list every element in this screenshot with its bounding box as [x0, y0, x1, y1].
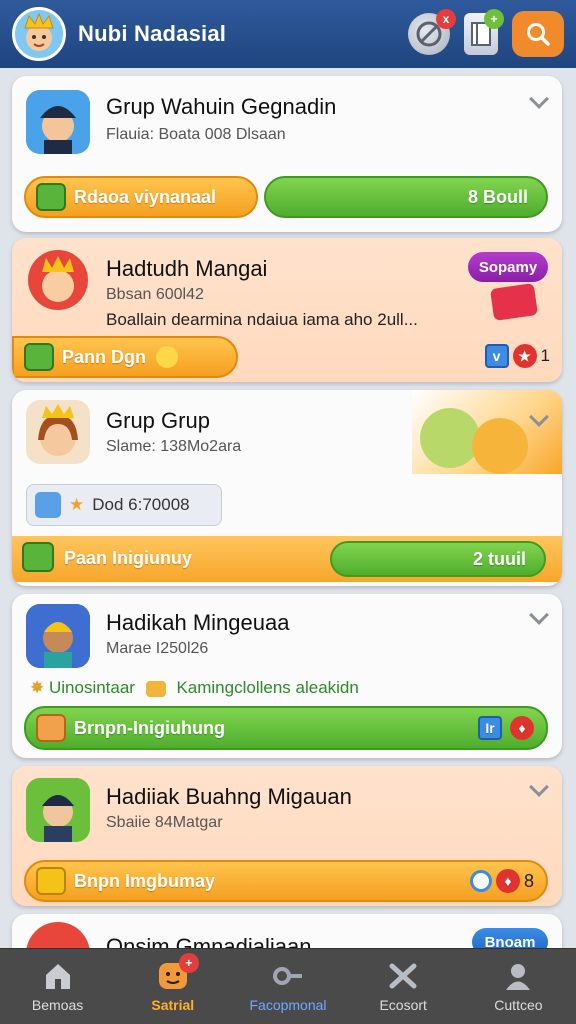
card-title: Grup Wahuin Gegnadin — [106, 94, 337, 119]
group-card-3[interactable]: Grup Grup Slame: 138Mo2ara ★ Dod 6:70008… — [12, 390, 562, 586]
search-button[interactable] — [512, 11, 564, 57]
tools-icon — [387, 961, 419, 991]
join-button-label: Brnpn-Inigiuhung — [74, 717, 225, 738]
card-title: Hadtudh Mangai — [106, 256, 268, 281]
nav-label: Ecosort — [379, 996, 427, 1013]
join-button[interactable]: Brnpn-Inigiuhung Ir ♦ — [24, 706, 548, 750]
avatar-logo[interactable] — [12, 7, 66, 61]
nav-facopmonal[interactable]: Facopmonal — [230, 949, 345, 1024]
key-icon — [272, 961, 304, 991]
reward-button[interactable]: 2 tuuil — [330, 541, 546, 577]
smiley-icon: + — [157, 952, 199, 991]
profile-icon — [502, 961, 534, 991]
info-icon: Ir — [478, 716, 502, 740]
promo-label: Uinosintaar — [48, 678, 135, 697]
nav-ecosort[interactable]: Ecosort — [346, 949, 461, 1024]
box-icon — [36, 714, 66, 742]
card-subtitle: Bbsan 600l42 — [106, 286, 204, 303]
app-title: Nubi Nadasial — [78, 21, 227, 46]
group-card-2[interactable]: Hadtudh Mangai Bbsan 600l42 Boallain dea… — [12, 238, 562, 382]
play-button[interactable]: Pann Dgn — [12, 336, 238, 378]
action-band: Paan Inigiunuy 2 tuuil — [12, 536, 562, 582]
nav-badge: + — [178, 952, 199, 973]
notification-badge: x — [436, 9, 456, 29]
ticket-icon — [489, 283, 539, 321]
search-icon — [527, 23, 550, 46]
group-card-1[interactable]: Grup Wahuin Gegnadin Flauia: Boata 008 D… — [12, 76, 562, 232]
group-avatar — [26, 90, 90, 154]
soldier-avatar — [26, 778, 90, 842]
promo-text: ✸ Uinosintaar Kamingclollens aleakidn — [30, 678, 359, 698]
gift-icon — [36, 183, 66, 211]
home-icon — [42, 961, 74, 991]
star-icon: ★ — [69, 495, 85, 514]
nav-cuttceo[interactable]: Cuttceo — [461, 949, 576, 1024]
play-button-label: Pann Dgn — [62, 346, 146, 367]
gift-icon — [22, 542, 54, 572]
chest-icon — [145, 680, 166, 697]
join-button-label: Rdaoa viynanaal — [74, 186, 217, 207]
gift-icon — [24, 343, 54, 371]
nav-label: Satrial — [151, 996, 195, 1013]
chevron-down-icon[interactable] — [529, 777, 549, 797]
card-subtitle: Marae I250l26 — [106, 640, 209, 657]
app-header: Nubi Nadasial x + — [0, 0, 576, 68]
status-tag: Sopamy — [468, 252, 548, 282]
count-value: 1 — [540, 346, 550, 365]
promo-label-2: Kamingclollens aleakidn — [176, 678, 359, 697]
bottom-nav: Bemoas + Satrial Facopmonal Ecosort Cutt… — [0, 948, 576, 1024]
reward-button-label: 2 tuuil — [473, 548, 526, 569]
reward-button[interactable]: 8 Boull — [264, 176, 548, 218]
book-badge: + — [484, 9, 504, 29]
join-button[interactable]: Rdaoa viynanaal — [24, 176, 258, 218]
lock-icon — [35, 492, 61, 518]
gem-icon: ♦ — [495, 869, 520, 893]
nav-label: Bemoas — [31, 996, 84, 1013]
card-title: Hadikah Mingeuaa — [106, 610, 290, 635]
nav-label: Cuttceo — [494, 996, 543, 1013]
group-card-4[interactable]: Hadikah Mingeuaa Marae I250l26 ✸ Uinosin… — [12, 594, 562, 758]
hero-avatar — [26, 604, 90, 668]
card-description: Boallain dearmina ndaiua iama aho 2ull..… — [106, 310, 418, 329]
group-card-5[interactable]: Hadiiak Buahng Migauan Sbaiie 84Matgar B… — [12, 766, 562, 906]
star-icon: ✸ — [30, 678, 45, 697]
card-subtitle: Flauia: Boata 008 Dlsaan — [106, 126, 286, 143]
play-button-label: Bnpn Imgbumay — [74, 870, 216, 891]
king-avatar — [26, 248, 90, 312]
check-icon: v — [484, 344, 509, 368]
chevron-down-icon[interactable] — [529, 89, 549, 109]
ring-icon — [469, 870, 492, 892]
nav-label: Facopmonal — [249, 996, 327, 1013]
count-value: 8 — [523, 870, 534, 891]
stat-box: ★ Dod 6:70008 — [26, 484, 222, 526]
book-icon[interactable]: + — [464, 9, 504, 55]
play-button[interactable]: Bnpn Imgbumay ♦ 8 — [24, 860, 548, 902]
card-title: Grup Grup — [106, 408, 210, 433]
stat-value: Dod 6:70008 — [92, 495, 190, 514]
nav-home[interactable]: Bemoas — [0, 949, 115, 1024]
coins-decoration — [412, 390, 562, 474]
no-deal-icon[interactable]: x — [408, 9, 456, 55]
star-icon: ★ — [512, 344, 537, 368]
chevron-down-icon[interactable] — [529, 605, 549, 625]
puzzle-icon — [36, 867, 66, 895]
card-title: Hadiiak Buahng Migauan — [106, 784, 352, 809]
princess-avatar — [26, 400, 90, 464]
band-label: Paan Inigiunuy — [64, 548, 193, 568]
card-subtitle: Slame: 138Mo2ara — [106, 438, 242, 455]
nav-satrial[interactable]: + Satrial — [115, 949, 230, 1024]
card-subtitle: Sbaiie 84Matgar — [106, 814, 223, 831]
reward-button-label: 8 Boull — [467, 186, 528, 207]
bag-icon: ♦ — [510, 716, 534, 740]
coin-icon — [156, 346, 178, 368]
